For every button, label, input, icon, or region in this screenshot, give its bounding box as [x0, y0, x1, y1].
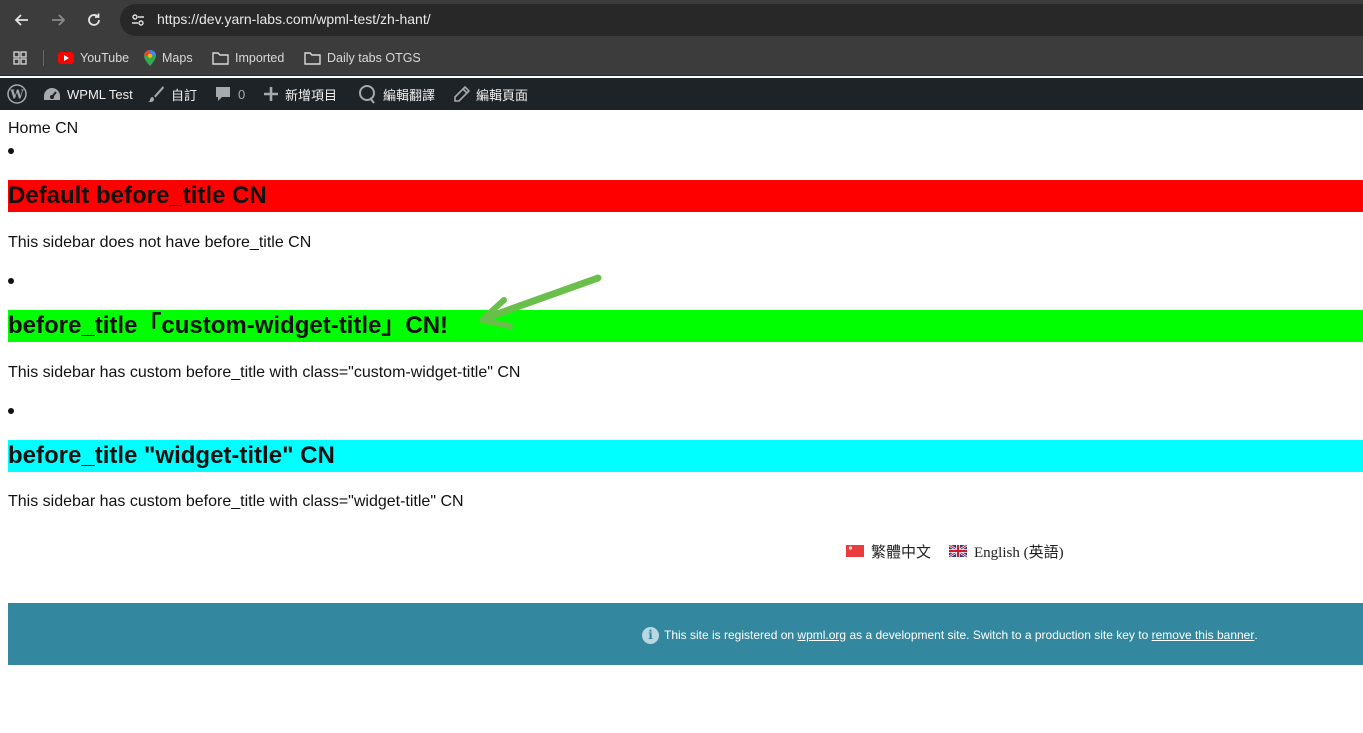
- forward-arrow-icon: [52, 14, 66, 26]
- widget-title-custom: before_title「custom-widget-title」CN!: [8, 310, 1363, 342]
- bookmark-label: Maps: [162, 51, 193, 65]
- flag-taiwan-icon: [846, 545, 864, 557]
- plus-icon: [264, 87, 278, 101]
- reload-button[interactable]: [82, 8, 106, 32]
- edit-page-label: 編輯頁面: [476, 87, 529, 103]
- new-item-label: 新增項目: [285, 87, 338, 103]
- bookmark-maps[interactable]: Maps: [144, 49, 193, 67]
- folder-icon: [212, 52, 229, 65]
- widget-text-custom: This sidebar has custom before_title wit…: [8, 364, 521, 381]
- folder-icon: [304, 52, 321, 65]
- apps-button[interactable]: [12, 49, 34, 67]
- info-icon: i: [642, 626, 659, 644]
- language-label: 繁體中文: [871, 544, 932, 561]
- language-switcher: 繁體中文 English (英語): [846, 540, 1082, 562]
- pencil-icon: [454, 85, 470, 102]
- address-bar[interactable]: https://dev.yarn-labs.com/wpml-test/zh-h…: [120, 4, 1363, 36]
- site-info-button[interactable]: [128, 10, 148, 30]
- wp-logo-menu[interactable]: W: [7, 78, 33, 110]
- customize-label: 自訂: [171, 87, 198, 103]
- page-title: Home CN: [8, 120, 79, 137]
- banner-middle: as a development site. Switch to a produ…: [849, 628, 1149, 642]
- bookmarks-separator: [43, 50, 44, 66]
- flag-uk-icon: [949, 545, 968, 557]
- svg-text:W: W: [9, 88, 24, 102]
- bookmark-label: YouTube: [80, 51, 130, 65]
- list-bullet: [8, 408, 14, 414]
- bookmark-imported[interactable]: Imported: [212, 49, 284, 67]
- comment-bubble-icon: [216, 87, 230, 101]
- bookmark-daily-tabs[interactable]: Daily tabs OTGS: [304, 49, 421, 67]
- language-label: English (英語): [974, 544, 1064, 561]
- wpml-translate-icon: [359, 85, 375, 104]
- language-zh-hant[interactable]: 繁體中文: [846, 541, 931, 562]
- browser-toolbar: https://dev.yarn-labs.com/wpml-test/zh-h…: [0, 0, 1363, 40]
- site-name: WPML Test: [67, 86, 133, 102]
- widget-text-default: This sidebar does not have before_title …: [8, 234, 312, 251]
- remove-banner-link[interactable]: remove this banner: [1152, 628, 1255, 642]
- customize-link[interactable]: 自訂: [147, 78, 197, 110]
- list-bullet: [8, 278, 14, 284]
- widget-title-widget-title: before_title "widget-title" CN: [8, 440, 1363, 472]
- list-bullet: [8, 148, 14, 154]
- maps-pin-icon: [144, 50, 156, 66]
- paintbrush-icon: [148, 86, 164, 103]
- back-button[interactable]: [10, 8, 34, 32]
- edit-page-link[interactable]: 編輯頁面: [453, 78, 528, 110]
- apps-grid-icon: [13, 51, 27, 65]
- annotation-arrow-icon: [479, 274, 602, 329]
- comments-count: 0: [238, 86, 246, 102]
- bookmark-label: Daily tabs OTGS: [327, 51, 421, 65]
- tune-icon: [132, 14, 144, 26]
- dashboard-gauge-icon: [44, 88, 60, 100]
- url-text[interactable]: https://dev.yarn-labs.com/wpml-test/zh-h…: [157, 11, 431, 27]
- bookmarks-bar: YouTube Maps Imported Daily tabs OTGS: [0, 40, 1363, 76]
- banner-message: i This site is registered on wpml.org as…: [642, 625, 1258, 645]
- site-name-menu[interactable]: WPML Test: [43, 78, 133, 110]
- banner-suffix: .: [1254, 628, 1258, 642]
- youtube-icon: [58, 52, 74, 64]
- widget-text-widget-title: This sidebar has custom before_title wit…: [8, 493, 464, 510]
- comments-link[interactable]: 0: [214, 78, 245, 110]
- wp-admin-bar: W WPML Test 自訂 0 新增項目 編輯翻譯 編輯頁面: [0, 78, 1363, 110]
- bookmark-youtube[interactable]: YouTube: [58, 49, 129, 67]
- edit-translation-link[interactable]: 編輯翻譯: [357, 78, 435, 110]
- banner-prefix: This site is registered on: [664, 628, 795, 642]
- back-arrow-icon: [14, 14, 28, 26]
- new-content-menu[interactable]: 新增項目: [263, 78, 337, 110]
- reload-icon: [88, 13, 100, 26]
- wpml-dev-banner: i This site is registered on wpml.org as…: [8, 603, 1363, 665]
- bookmark-label: Imported: [235, 51, 285, 65]
- wordpress-logo-icon: W: [7, 84, 27, 104]
- edit-translation-label: 編輯翻譯: [383, 87, 436, 103]
- wpml-org-link[interactable]: wpml.org: [797, 628, 846, 642]
- language-english[interactable]: English (英語): [949, 541, 1064, 562]
- forward-button[interactable]: [46, 8, 70, 32]
- widget-title-default: Default before_title CN: [8, 180, 1363, 212]
